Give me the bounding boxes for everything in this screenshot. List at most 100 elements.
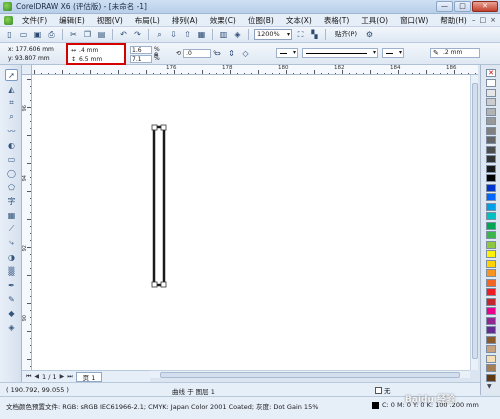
publish-icon[interactable]: ▦ [196, 29, 207, 40]
menu-edit[interactable]: 编辑(E) [53, 15, 91, 26]
color-swatch[interactable] [486, 240, 496, 249]
open-icon[interactable]: ▭ [18, 29, 29, 40]
first-page-icon[interactable]: ⏮ [26, 373, 31, 381]
app-launcher-icon[interactable]: ▥ [218, 29, 229, 40]
color-swatch[interactable] [486, 183, 496, 192]
color-swatch[interactable] [486, 155, 496, 163]
color-swatch[interactable] [486, 107, 496, 116]
color-swatch[interactable] [486, 316, 496, 325]
ellipse-tool-icon[interactable]: ◯ [5, 167, 18, 179]
y-position-field[interactable]: y: 93.807 mm [8, 54, 50, 63]
vertical-ruler[interactable]: 96 94 92 90 [22, 75, 32, 370]
color-swatch[interactable] [486, 136, 496, 144]
zoom-tool-icon[interactable]: ⌕ [5, 111, 18, 123]
menu-table[interactable]: 表格(T) [318, 15, 355, 26]
drawing-canvas[interactable] [32, 75, 478, 370]
selection-handle[interactable] [160, 281, 167, 288]
line-style-select[interactable]: ▾ [302, 48, 378, 58]
crop-tool-icon[interactable]: ⌗ [5, 97, 18, 109]
interactive-fill-icon[interactable]: ◈ [5, 321, 18, 333]
color-swatch[interactable] [486, 202, 496, 211]
page-tab[interactable]: 页 1 [75, 371, 103, 382]
snap-to-button[interactable]: 贴齐(P) [331, 29, 361, 40]
close-button[interactable]: ✕ [472, 1, 498, 12]
zoom-level-select[interactable]: 1200% [254, 29, 292, 40]
menu-help[interactable]: 帮助(H) [434, 15, 473, 26]
doc-restore-button[interactable]: □ [480, 16, 487, 24]
mirror-horizontal-icon[interactable]: ⇔ [212, 48, 223, 59]
scale-width-field[interactable]: 1.6 [130, 46, 152, 54]
color-swatch[interactable] [486, 288, 496, 296]
color-swatch[interactable] [486, 79, 496, 87]
export-icon[interactable]: ⇧ [182, 29, 193, 40]
menu-effects[interactable]: 效果(C) [204, 15, 242, 26]
undo-icon[interactable]: ↶ [118, 29, 129, 40]
color-swatch[interactable] [486, 364, 496, 372]
menu-bitmaps[interactable]: 位图(B) [242, 15, 280, 26]
palette-scroll-down-icon[interactable]: ▼ [487, 383, 492, 390]
full-screen-icon[interactable]: ⛶ [295, 29, 306, 40]
maximize-button[interactable]: □ [454, 1, 471, 12]
freehand-tool-icon[interactable]: 〰 [5, 125, 18, 137]
dimension-tool-icon[interactable]: ⟋ [5, 223, 18, 235]
print-icon[interactable]: ⎙ [46, 29, 57, 40]
color-swatch[interactable] [486, 259, 496, 268]
menu-text[interactable]: 文本(X) [280, 15, 318, 26]
doc-minimize-button[interactable]: – [472, 16, 476, 24]
scale-height-field[interactable]: 7.1 [130, 55, 152, 63]
color-swatch[interactable] [486, 326, 496, 334]
rectangle-tool-icon[interactable]: ▭ [5, 153, 18, 165]
menu-layout[interactable]: 布局(L) [129, 15, 166, 26]
menu-file[interactable]: 文件(F) [16, 15, 53, 26]
vertical-scroll-thumb[interactable] [472, 83, 478, 359]
lock-ratio-icon[interactable]: 🔒︎ [154, 49, 158, 59]
color-swatch[interactable] [486, 193, 496, 201]
vertical-scrollbar[interactable] [470, 75, 478, 370]
smart-fill-icon[interactable]: ◐ [5, 139, 18, 151]
selection-handle[interactable] [160, 124, 167, 131]
last-page-icon[interactable]: ⏭ [67, 373, 72, 381]
pick-tool-icon[interactable]: ➚ [5, 69, 18, 81]
color-swatch[interactable] [486, 174, 496, 182]
paste-icon[interactable]: ▤ [96, 29, 107, 40]
doc-close-button[interactable]: × [490, 16, 496, 24]
horizontal-ruler[interactable]: 176 178 180 182 184 186 [32, 65, 478, 75]
color-swatch[interactable] [486, 335, 496, 344]
mirror-vertical-icon[interactable]: ⇕ [226, 48, 237, 59]
to-curves-icon[interactable]: ◇ [240, 48, 251, 59]
minimize-button[interactable]: — [436, 1, 453, 12]
fill-indicator[interactable]: 无 [375, 385, 391, 395]
color-swatch[interactable] [486, 307, 496, 315]
color-swatch[interactable] [486, 98, 496, 106]
color-swatch[interactable] [486, 212, 496, 220]
blend-tool-icon[interactable]: ◑ [5, 251, 18, 263]
cut-icon[interactable]: ✂ [68, 29, 79, 40]
copy-icon[interactable]: ❐ [82, 29, 93, 40]
selected-rectangle[interactable] [152, 125, 166, 287]
selection-handle[interactable] [151, 281, 158, 288]
start-arrowhead-select[interactable]: ▾ [276, 48, 298, 58]
color-swatch[interactable] [486, 126, 496, 135]
rulers-icon[interactable]: ▚ [309, 29, 320, 40]
outline-tool-icon[interactable]: ✎ [5, 293, 18, 305]
connector-tool-icon[interactable]: ⤷ [5, 237, 18, 249]
menu-tools[interactable]: 工具(O) [355, 15, 394, 26]
color-swatch[interactable] [486, 145, 496, 154]
color-swatch[interactable] [486, 250, 496, 258]
end-arrowhead-select[interactable]: ▾ [382, 48, 404, 58]
prev-page-icon[interactable]: ◀ [34, 373, 39, 380]
text-tool-icon[interactable]: 字 [5, 195, 18, 207]
redo-icon[interactable]: ↷ [132, 29, 143, 40]
height-field[interactable]: 6.5 mm [79, 55, 102, 64]
document-icon[interactable] [4, 15, 13, 25]
color-swatch[interactable] [486, 345, 496, 353]
color-swatch[interactable] [486, 278, 496, 287]
color-swatch[interactable] [486, 117, 496, 125]
color-swatch[interactable] [486, 231, 496, 239]
horizontal-scroll-thumb[interactable] [160, 372, 460, 378]
color-swatch[interactable] [486, 221, 496, 230]
polygon-tool-icon[interactable]: ⬠ [5, 181, 18, 193]
rotation-angle-field[interactable]: .0 [183, 49, 212, 58]
color-swatch[interactable] [486, 88, 496, 97]
save-icon[interactable]: ▣ [32, 29, 43, 40]
